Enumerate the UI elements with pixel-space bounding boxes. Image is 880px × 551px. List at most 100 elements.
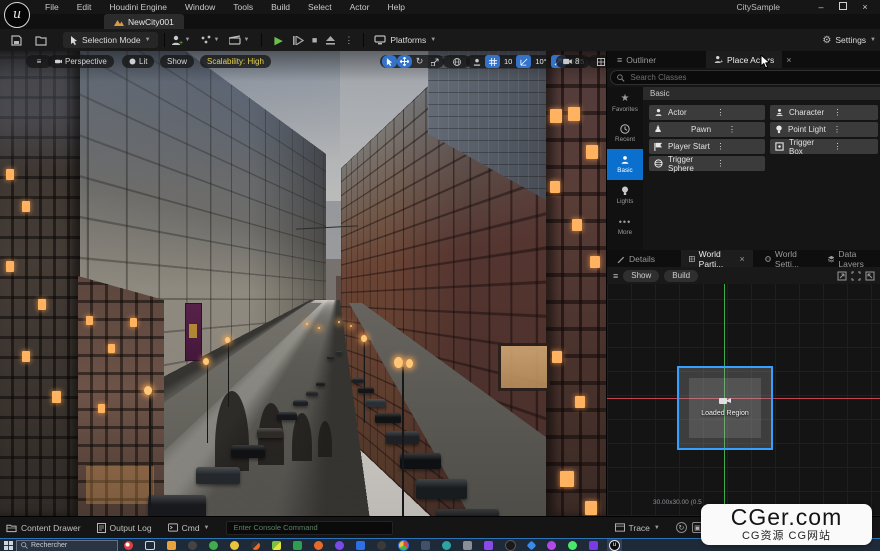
taskbar-app-icon[interactable]	[377, 541, 386, 550]
taskbar-app-icon[interactable]	[527, 541, 537, 551]
rotation-snap-button[interactable]	[516, 55, 531, 68]
viewport-canvas[interactable]: ≡ Perspective Lit Show Scalability: High…	[0, 51, 606, 516]
rotate-tool[interactable]: ↻	[412, 55, 427, 68]
taskbar-app-icon[interactable]	[209, 541, 218, 550]
taskbar-app-icon[interactable]	[314, 541, 323, 550]
settings-dropdown[interactable]: ⚙ Settings ▼	[822, 35, 876, 46]
content-browser-icon[interactable]	[35, 35, 47, 46]
lit-dropdown[interactable]: Lit	[122, 55, 154, 68]
selection-mode-dropdown[interactable]: Selection Mode ▼	[63, 32, 158, 48]
cinematics-dropdown[interactable]: ▼	[229, 35, 249, 45]
taskbar-app-icon[interactable]	[335, 541, 344, 550]
cmd-dropdown[interactable]: Cmd ▼	[168, 523, 210, 533]
close-tab-icon[interactable]: ×	[782, 55, 795, 65]
character-item[interactable]: Character⋮	[770, 105, 878, 120]
rotation-snap-value[interactable]: 10°	[532, 57, 549, 66]
trigger-box-item[interactable]: Trigger Box⋮	[770, 139, 878, 154]
chrome-icon[interactable]	[398, 540, 409, 551]
taskbar-app-icon[interactable]	[505, 540, 516, 551]
menu-tools[interactable]: Tools	[233, 0, 253, 14]
world-partition-minimap[interactable]: Loaded Region 30.00x30.00 (0.5	[607, 284, 880, 516]
task-view-icon[interactable]	[145, 541, 155, 550]
scalability-badge[interactable]: Scalability: High	[200, 55, 271, 68]
taskbar-app-icon[interactable]	[484, 541, 493, 550]
loaded-region-box[interactable]: Loaded Region	[677, 366, 773, 450]
menu-houdini-engine[interactable]: Houdini Engine	[109, 0, 167, 14]
minimize-button[interactable]: –	[810, 1, 832, 14]
scale-tool[interactable]	[427, 55, 442, 68]
grid-snap-value[interactable]: 10	[501, 57, 515, 66]
console-command-field[interactable]	[226, 521, 393, 535]
drag-handle[interactable]: ⋮	[717, 159, 761, 168]
grid-snap-button[interactable]	[485, 55, 500, 68]
taskbar-app-icon[interactable]	[589, 541, 598, 550]
wp-build-button[interactable]: Build	[664, 270, 698, 282]
taskbar-unreal-icon[interactable]: u	[607, 539, 622, 551]
trigger-sphere-item[interactable]: Trigger Sphere⋮	[649, 156, 765, 171]
drag-handle[interactable]: ⋮	[834, 108, 874, 117]
content-drawer-button[interactable]: Content Drawer	[6, 523, 81, 533]
eject-icon[interactable]	[325, 35, 336, 45]
drag-handle[interactable]: ⋮	[728, 125, 760, 134]
taskbar-search-field[interactable]: Rechercher	[16, 540, 118, 551]
drag-handle[interactable]: ⋮	[833, 125, 873, 134]
search-classes-field[interactable]	[610, 70, 880, 85]
taskbar-app-icon[interactable]	[421, 541, 430, 550]
menu-help[interactable]: Help	[387, 0, 404, 14]
point-light-item[interactable]: Point Light⋮	[770, 122, 878, 137]
drag-handle[interactable]: ⋮	[717, 142, 761, 151]
taskbar-app-icon[interactable]	[547, 541, 556, 550]
taskbar-app-icon[interactable]	[272, 541, 281, 550]
drag-handle[interactable]: ⋮	[717, 108, 761, 117]
taskbar-app-icon[interactable]	[293, 541, 302, 550]
tab-outliner[interactable]: ≡ Outliner	[609, 51, 664, 68]
add-actor-dropdown[interactable]: + ▼	[171, 35, 191, 46]
tab-data-layers[interactable]: Data Layers	[820, 250, 880, 267]
menu-file[interactable]: File	[45, 0, 59, 14]
start-button-icon[interactable]	[4, 541, 13, 550]
revision-control-icon[interactable]: ↻	[676, 522, 687, 533]
search-input[interactable]	[629, 72, 880, 83]
category-basic[interactable]: Basic	[607, 149, 643, 180]
blueprints-dropdown[interactable]: ▼	[201, 35, 220, 45]
taskbar-app-icon[interactable]	[124, 541, 133, 550]
maximize-viewport-button[interactable]	[588, 55, 606, 68]
taskbar-app-icon[interactable]	[230, 541, 239, 550]
tab-world-settings[interactable]: World Setti...	[757, 250, 820, 267]
taskbar-app-icon[interactable]	[356, 541, 365, 550]
close-button[interactable]: ×	[854, 1, 876, 14]
move-tool[interactable]	[397, 55, 412, 68]
output-log-button[interactable]: Output Log	[97, 523, 152, 533]
menu-edit[interactable]: Edit	[77, 0, 92, 14]
pawn-item[interactable]: ♟ Pawn⋮	[649, 122, 765, 137]
menu-window[interactable]: Window	[185, 0, 215, 14]
taskbar-app-icon[interactable]	[442, 541, 451, 550]
frame-skip-icon[interactable]	[293, 36, 304, 45]
level-tab[interactable]: NewCity001	[104, 14, 184, 29]
maximize-button[interactable]	[832, 1, 854, 14]
play-options-kebab-icon[interactable]: ⋮	[344, 35, 353, 46]
show-dropdown[interactable]: Show	[160, 55, 194, 68]
menu-actor[interactable]: Actor	[350, 0, 370, 14]
menu-select[interactable]: Select	[308, 0, 332, 14]
play-button[interactable]: ▶	[274, 34, 282, 47]
console-input[interactable]	[232, 522, 387, 533]
stop-button[interactable]: ■	[312, 35, 317, 45]
perspective-dropdown[interactable]: Perspective	[48, 55, 114, 68]
category-lights[interactable]: Lights	[607, 180, 643, 211]
wp-show-button[interactable]: Show	[623, 270, 659, 282]
trace-dropdown[interactable]: Trace ▼	[615, 523, 660, 533]
category-more[interactable]: ••• More	[607, 211, 643, 242]
camera-speed-button[interactable]: 8	[556, 55, 586, 68]
file-explorer-icon[interactable]	[167, 541, 176, 550]
focus-loaded-icon[interactable]	[851, 271, 861, 281]
focus-selection-icon[interactable]	[837, 271, 847, 281]
focus-world-icon[interactable]	[865, 271, 875, 281]
taskbar-app-icon[interactable]	[188, 541, 197, 550]
surface-snap-button[interactable]	[469, 55, 484, 68]
close-tab-icon[interactable]: ×	[738, 254, 745, 264]
player-start-item[interactable]: Player Start⋮	[649, 139, 765, 154]
menu-build[interactable]: Build	[271, 0, 290, 14]
select-tool[interactable]	[382, 55, 397, 68]
category-recent[interactable]: Recent	[607, 118, 643, 149]
